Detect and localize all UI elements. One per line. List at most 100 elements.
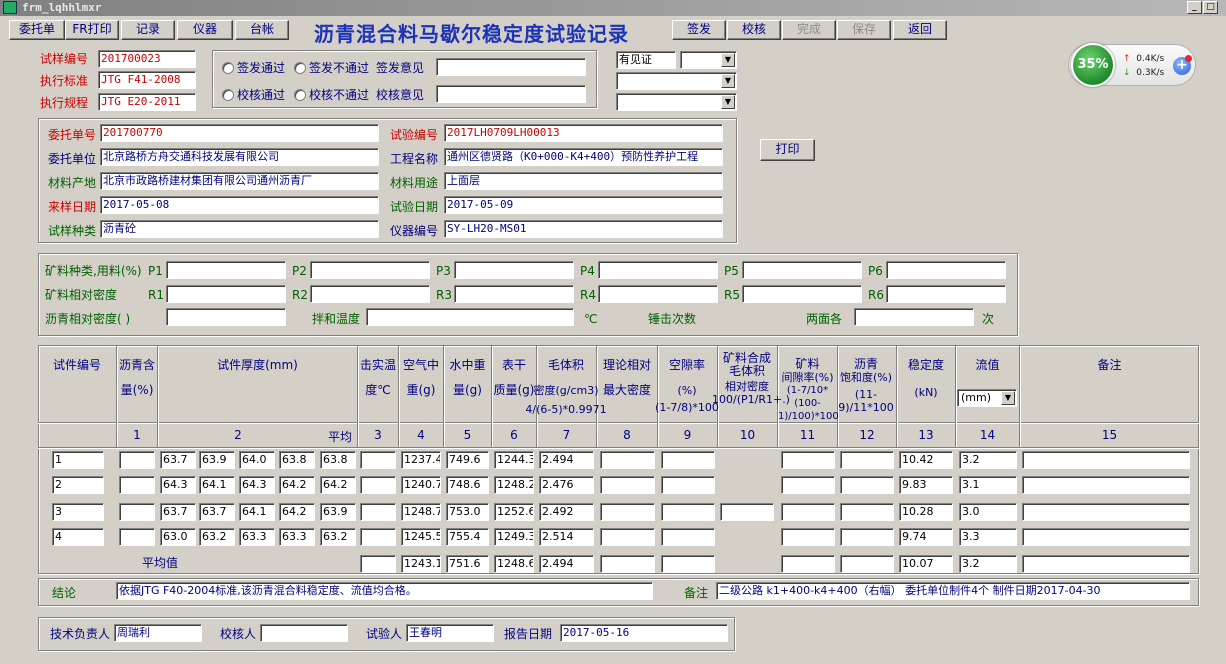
remarks-field[interactable] — [1022, 528, 1190, 546]
dry-mass-field[interactable]: 1249.3 — [494, 528, 534, 546]
unit-field[interactable]: 北京路桥方舟交通科技发展有限公司 — [100, 148, 379, 166]
toolbar-save-button[interactable]: 保存 — [837, 20, 891, 40]
thickness-field[interactable]: 63.8 — [279, 451, 315, 469]
air-weight-field[interactable]: 1240.7 — [401, 476, 441, 494]
print-button[interactable]: 打印 — [760, 139, 815, 161]
avg-vma-field[interactable] — [781, 555, 835, 573]
vfa-field[interactable] — [840, 503, 894, 521]
r6-field[interactable] — [886, 285, 1006, 303]
p4-field[interactable] — [598, 261, 718, 279]
use-field[interactable]: 上面层 — [444, 172, 723, 190]
check-opinion-field[interactable] — [436, 85, 586, 103]
air-weight-field[interactable]: 1245.5 — [401, 528, 441, 546]
thickness-avg-field[interactable]: 64.2 — [320, 476, 356, 494]
specimen-no-field[interactable]: 1 — [52, 451, 104, 469]
specimen-no-field[interactable]: 3 — [52, 503, 104, 521]
vma-field[interactable] — [781, 476, 835, 494]
order-no-field[interactable]: 201700770 — [100, 124, 379, 142]
asphalt-content-field[interactable] — [119, 476, 155, 494]
sample-date-field[interactable]: 2017-05-08 — [100, 196, 379, 214]
origin-field[interactable]: 北京市政路桥建材集团有限公司通州沥青厂 — [100, 172, 379, 190]
vfa-field[interactable] — [840, 528, 894, 546]
bulk-density-field[interactable]: 2.492 — [539, 503, 594, 521]
p1-field[interactable] — [166, 261, 286, 279]
minimize-button[interactable]: _ — [1187, 1, 1202, 14]
water-weight-field[interactable]: 749.6 — [446, 451, 489, 469]
thickness-field[interactable]: 63.3 — [279, 528, 315, 546]
conclusion-field[interactable]: 依据JTG F40-2004标准,该沥青混合料稳定度、流值均合格。 — [116, 582, 653, 600]
theoretical-density-field[interactable] — [600, 503, 655, 521]
kind-field[interactable]: 沥青砼 — [100, 220, 379, 238]
p5-field[interactable] — [742, 261, 862, 279]
asphalt-content-field[interactable] — [119, 503, 155, 521]
toolbar-fr-print-button[interactable]: FR打印 — [65, 20, 119, 40]
p6-field[interactable] — [886, 261, 1006, 279]
specimen-no-field[interactable]: 4 — [52, 528, 104, 546]
thickness-field[interactable]: 63.9 — [199, 451, 235, 469]
avg-vfa-field[interactable] — [840, 555, 894, 573]
r1-field[interactable] — [166, 285, 286, 303]
witness-select-2[interactable]: ▼ — [616, 72, 737, 90]
flow-field[interactable]: 3.0 — [959, 503, 1017, 521]
theoretical-density-field[interactable] — [600, 451, 655, 469]
project-field[interactable]: 通州区德贤路（K0+000-K4+400）预防性养护工程 — [444, 148, 723, 166]
avg-remarks-field[interactable] — [1022, 555, 1190, 573]
asphalt-content-field[interactable] — [119, 528, 155, 546]
standard-field[interactable]: JTG F41-2008 — [98, 71, 196, 89]
remarks-field[interactable] — [1022, 476, 1190, 494]
avg-dry-mass-field[interactable]: 1248.6 — [494, 555, 534, 573]
vma-field[interactable] — [781, 503, 835, 521]
witness-select-3[interactable]: ▼ — [616, 93, 737, 111]
dry-mass-field[interactable]: 1252.6 — [494, 503, 534, 521]
p3-field[interactable] — [454, 261, 574, 279]
thickness-avg-field[interactable]: 63.8 — [320, 451, 356, 469]
test-date-field[interactable]: 2017-05-09 — [444, 196, 723, 214]
instrument-field[interactable]: SY-LH20-MS01 — [444, 220, 723, 238]
tech-lead-field[interactable]: 周瑞利 — [114, 624, 202, 642]
thickness-field[interactable]: 63.0 — [160, 528, 196, 546]
avg-bulk-density-field[interactable]: 2.494 — [539, 555, 594, 573]
tester-field[interactable]: 王春明 — [406, 624, 494, 642]
thickness-field[interactable]: 64.0 — [239, 451, 275, 469]
aggregate-density-field[interactable] — [720, 503, 774, 521]
r4-field[interactable] — [598, 285, 718, 303]
spec-field[interactable]: JTG E20-2011 — [98, 93, 196, 111]
thickness-field[interactable]: 63.7 — [160, 503, 196, 521]
compaction-temp-field[interactable] — [360, 476, 396, 494]
specimen-no-field[interactable]: 2 — [52, 476, 104, 494]
bulk-density-field[interactable]: 2.514 — [539, 528, 594, 546]
flow-field[interactable]: 3.2 — [959, 451, 1017, 469]
thickness-avg-field[interactable]: 63.2 — [320, 528, 356, 546]
asphalt-density-field[interactable] — [166, 308, 286, 326]
vfa-field[interactable] — [840, 451, 894, 469]
check-fail-radio[interactable] — [294, 89, 306, 101]
thickness-field[interactable]: 64.3 — [239, 476, 275, 494]
thickness-field[interactable]: 64.2 — [279, 476, 315, 494]
chevron-down-icon[interactable]: ▼ — [1001, 391, 1015, 405]
avg-water-weight-field[interactable]: 751.6 — [446, 555, 489, 573]
avg-air-weight-field[interactable]: 1243.1 — [401, 555, 441, 573]
test-no-field[interactable]: 2017LH0709LH00013 — [444, 124, 723, 142]
thickness-field[interactable]: 64.2 — [279, 503, 315, 521]
witness-select[interactable]: ▼ — [680, 51, 737, 69]
thickness-field[interactable]: 63.7 — [199, 503, 235, 521]
thickness-field[interactable]: 64.1 — [239, 503, 275, 521]
remarks-field[interactable] — [1022, 451, 1190, 469]
avg-stability-field[interactable]: 10.07 — [899, 555, 953, 573]
witness-field[interactable]: 有见证 — [616, 51, 676, 69]
void-ratio-field[interactable] — [661, 451, 715, 469]
p2-field[interactable] — [310, 261, 430, 279]
asphalt-content-field[interactable] — [119, 451, 155, 469]
air-weight-field[interactable]: 1237.4 — [401, 451, 441, 469]
bulk-density-field[interactable]: 2.476 — [539, 476, 594, 494]
stability-field[interactable]: 10.28 — [899, 503, 953, 521]
vfa-field[interactable] — [840, 476, 894, 494]
report-date-field[interactable]: 2017-05-16 — [560, 624, 728, 642]
flow-unit-select[interactable]: (mm) ▼ — [957, 389, 1017, 407]
dry-mass-field[interactable]: 1248.2 — [494, 476, 534, 494]
void-ratio-field[interactable] — [661, 476, 715, 494]
sign-pass-radio[interactable] — [222, 62, 234, 74]
compaction-temp-field[interactable] — [360, 451, 396, 469]
thickness-avg-field[interactable]: 63.9 — [320, 503, 356, 521]
thickness-field[interactable]: 63.2 — [199, 528, 235, 546]
